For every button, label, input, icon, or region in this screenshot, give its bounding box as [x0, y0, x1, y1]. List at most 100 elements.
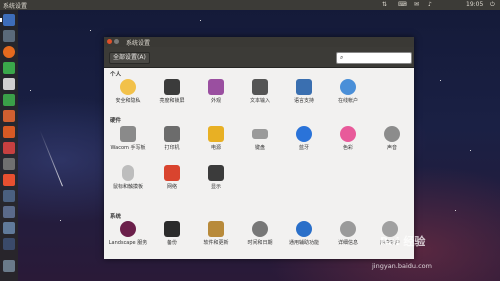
- item-time-date[interactable]: 时间和日期: [236, 221, 284, 255]
- search-box[interactable]: ⌕: [336, 52, 412, 64]
- backup-icon: [164, 221, 180, 237]
- star: [470, 150, 471, 151]
- files-icon[interactable]: [3, 30, 15, 42]
- window-title: 系统设置: [126, 40, 151, 47]
- star: [200, 20, 201, 21]
- app-icon[interactable]: [3, 206, 15, 218]
- writer-icon[interactable]: [3, 78, 15, 90]
- volume-icon[interactable]: ♪: [428, 1, 432, 8]
- item-label: 亮度和锁屏: [159, 98, 185, 104]
- item-power[interactable]: 电源: [192, 126, 240, 160]
- item-label: 显示: [210, 184, 221, 190]
- app-icon[interactable]: [3, 238, 15, 250]
- item-label: 电源: [210, 145, 221, 151]
- item-wacom-tablet[interactable]: Wacom 手写板: [104, 126, 152, 160]
- launcher: [0, 10, 18, 281]
- keyboard-icon: [252, 129, 268, 139]
- top-panel: 系统设置 ⇅ ⌨ ✉ ♪ 19:05 ⏻: [0, 0, 500, 10]
- color-icon: [340, 126, 356, 142]
- item-label: 通用辅助功能: [288, 240, 319, 246]
- item-landscape-service[interactable]: Landscape 服务: [104, 221, 152, 255]
- item-mouse-touchpad[interactable]: 鼠标和触摸板: [104, 165, 152, 199]
- settings-window: 系统设置 全部设置(A) ⌕ 个人 安全和隐私 亮度和锁屏 外观 文本输入 语言: [104, 37, 414, 259]
- language-support-icon: [296, 79, 312, 95]
- software-center-icon[interactable]: [3, 126, 15, 138]
- close-icon[interactable]: [107, 39, 112, 44]
- item-label: 声音: [386, 145, 397, 151]
- workspace-switcher-icon[interactable]: [3, 222, 15, 234]
- universal-access-icon: [296, 221, 312, 237]
- item-color[interactable]: 色彩: [324, 126, 372, 160]
- brightness-lock-icon: [164, 79, 180, 95]
- item-sound[interactable]: 声音: [368, 126, 416, 160]
- display-icon: [208, 165, 224, 181]
- minimize-icon[interactable]: [114, 39, 119, 44]
- calc-icon[interactable]: [3, 94, 15, 106]
- power-icon[interactable]: ⏻: [490, 1, 495, 9]
- window-toolbar: 全部设置(A) ⌕: [104, 47, 414, 68]
- item-label: 在线帐户: [337, 98, 358, 104]
- item-label: 安全和隐私: [115, 98, 141, 104]
- star: [60, 220, 61, 221]
- item-label: 鼠标和触摸板: [112, 184, 143, 190]
- network-icon: [164, 165, 180, 181]
- item-label: 色彩: [342, 145, 353, 151]
- text-entry-icon: [252, 79, 268, 95]
- watermark-brand: Bai 经验: [380, 235, 426, 248]
- item-label: 网络: [166, 184, 177, 190]
- item-security-privacy[interactable]: 安全和隐私: [104, 79, 152, 113]
- appearance-icon: [208, 79, 224, 95]
- item-appearance[interactable]: 外观: [192, 79, 240, 113]
- app-icon[interactable]: [3, 190, 15, 202]
- ubuntu-one-icon[interactable]: [3, 142, 15, 154]
- dash-home-icon[interactable]: [0, 14, 15, 26]
- sound-icon: [384, 126, 400, 142]
- item-label: 蓝牙: [298, 145, 309, 151]
- bluetooth-icon: [296, 126, 312, 142]
- item-text-entry[interactable]: 文本输入: [236, 79, 284, 113]
- trash-icon[interactable]: [3, 260, 15, 272]
- item-software-updates[interactable]: 软件和更新: [192, 221, 240, 255]
- item-label: Wacom 手写板: [110, 145, 146, 151]
- mouse-touchpad-icon: [122, 165, 134, 181]
- settings-icon[interactable]: [3, 158, 15, 170]
- item-language-support[interactable]: 语言支持: [280, 79, 328, 113]
- item-keyboard[interactable]: 键盘: [236, 126, 284, 160]
- item-universal-access[interactable]: 通用辅助功能: [280, 221, 328, 255]
- window-titlebar: 系统设置: [104, 37, 414, 47]
- meteor: [39, 130, 63, 187]
- chrome-icon[interactable]: [3, 62, 15, 74]
- star: [455, 210, 456, 211]
- item-display[interactable]: 显示: [192, 165, 240, 199]
- item-label: 软件和更新: [203, 240, 229, 246]
- all-settings-button[interactable]: 全部设置(A): [109, 52, 150, 64]
- section-title-personal: 个人: [110, 72, 122, 78]
- item-label: 备份: [166, 240, 177, 246]
- item-network[interactable]: 网络: [148, 165, 196, 199]
- item-printer[interactable]: 打印机: [148, 126, 196, 160]
- online-accounts-icon: [340, 79, 356, 95]
- item-brightness-lock[interactable]: 亮度和锁屏: [148, 79, 196, 113]
- security-privacy-icon: [120, 79, 136, 95]
- search-input[interactable]: [347, 53, 407, 63]
- section-title-system: 系统: [110, 214, 122, 220]
- app-icon[interactable]: [3, 174, 15, 186]
- search-icon: ⌕: [340, 54, 344, 61]
- star: [30, 90, 31, 91]
- keyboard-icon[interactable]: ⌨: [398, 1, 407, 8]
- software-updates-icon: [208, 221, 224, 237]
- clock[interactable]: 19:05: [466, 1, 483, 8]
- settings-content: 个人 安全和隐私 亮度和锁屏 外观 文本输入 语言支持 在线帐户 硬件 Waco…: [104, 68, 414, 259]
- time-date-icon: [252, 221, 268, 237]
- item-label: 外观: [210, 98, 221, 104]
- item-label: 键盘: [254, 145, 265, 151]
- firefox-icon[interactable]: [3, 46, 15, 58]
- item-details[interactable]: 详细信息: [324, 221, 372, 255]
- item-backup[interactable]: 备份: [148, 221, 196, 255]
- item-bluetooth[interactable]: 蓝牙: [280, 126, 328, 160]
- wacom-tablet-icon: [120, 126, 136, 142]
- mail-icon[interactable]: ✉: [414, 1, 419, 8]
- item-online-accounts[interactable]: 在线帐户: [324, 79, 372, 113]
- network-icon[interactable]: ⇅: [382, 1, 387, 8]
- impress-icon[interactable]: [3, 110, 15, 122]
